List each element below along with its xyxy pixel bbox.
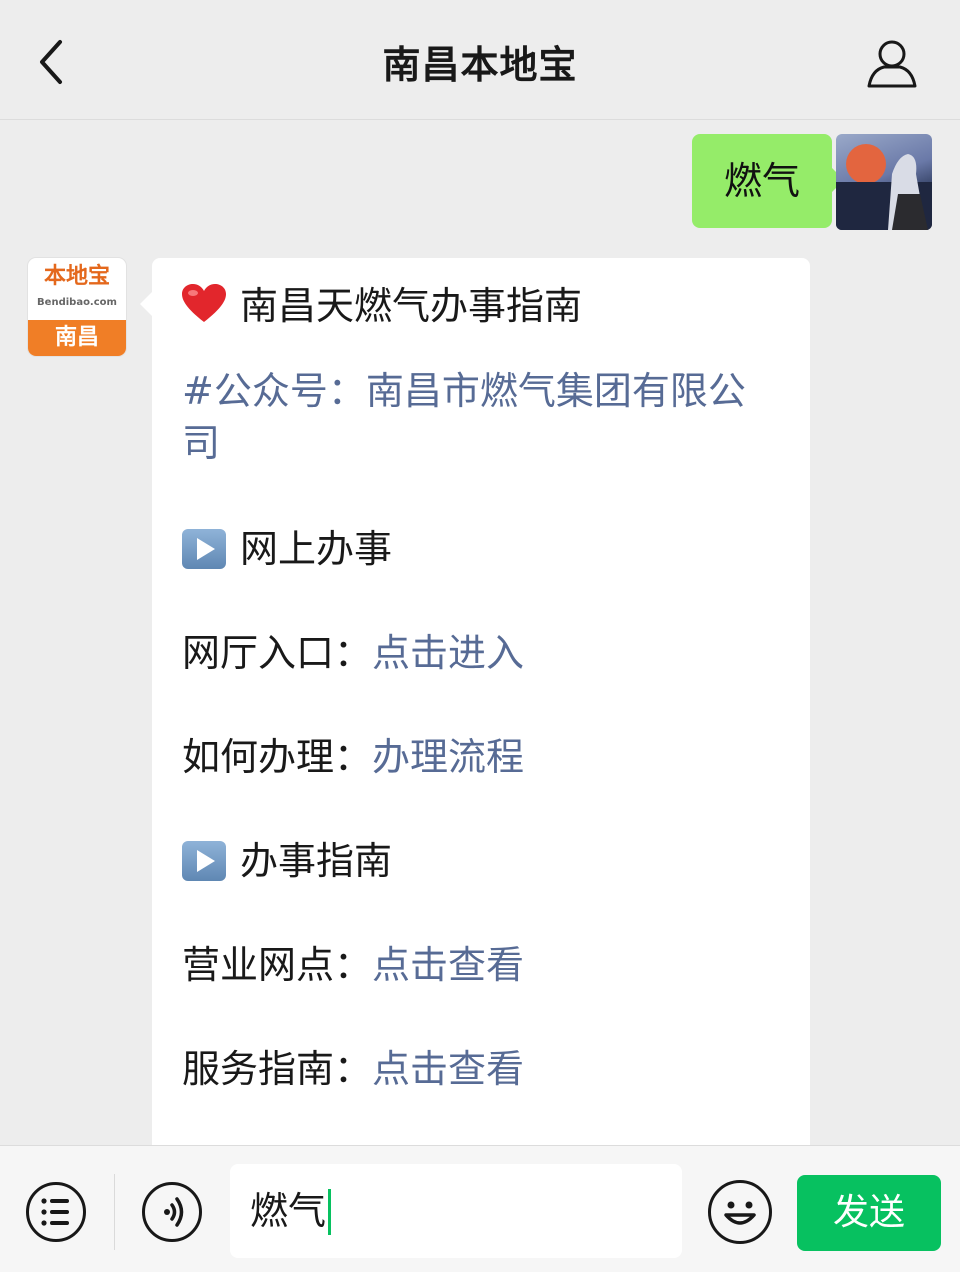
incoming-message-card: 南昌天燃气办事指南 #公众号：南昌市燃气集团有限公司 网上办事 网厅入口：点击进… — [140, 258, 810, 1158]
section-guide-heading: 办事指南 — [182, 835, 780, 887]
row-hall-entry: 网厅入口：点击进入 — [182, 627, 780, 679]
profile-icon — [867, 40, 917, 88]
row-how-to-key: 如何办理： — [182, 735, 373, 779]
section-online-heading: 网上办事 — [182, 523, 780, 575]
text-caret — [328, 1188, 332, 1235]
bot-city-label: 南昌 — [28, 320, 126, 356]
row-how-to: 如何办理：办理流程 — [182, 731, 780, 783]
bot-avatar[interactable]: 本地宝 Bendibao.com 南昌 — [28, 258, 126, 356]
outgoing-message[interactable]: 燃气 — [691, 134, 845, 228]
input-bar: 燃气 发送 — [0, 1145, 960, 1272]
section-online-label: 网上办事 — [240, 527, 393, 571]
row-service-guide-key: 服务指南： — [182, 1047, 373, 1091]
menu-button[interactable] — [26, 1182, 86, 1242]
row-hall-entry-key: 网厅入口： — [182, 631, 373, 675]
row-outlets-key: 营业网点： — [182, 943, 373, 987]
section-guide-label: 办事指南 — [240, 839, 393, 883]
bot-brand-text: 本地宝 — [43, 264, 110, 289]
card-title-row: 南昌天燃气办事指南 — [182, 280, 780, 335]
divider — [114, 1174, 115, 1250]
outgoing-message-text: 燃气 — [691, 134, 845, 228]
row-service-guide: 服务指南：点击查看 — [182, 1043, 780, 1095]
account-tag-link[interactable]: #公众号：南昌市燃气集团有限公司 — [182, 365, 780, 469]
profile-button[interactable] — [864, 36, 920, 92]
play-icon — [182, 840, 226, 881]
menu-icon — [41, 1198, 69, 1226]
bot-avatar-logo: 本地宝 Bendibao.com — [28, 258, 126, 312]
bot-domain-text: Bendibao.com — [37, 297, 117, 308]
send-button[interactable]: 发送 — [797, 1175, 941, 1251]
play-icon — [182, 528, 226, 569]
service-guide-link[interactable]: 点击查看 — [372, 1047, 524, 1091]
avatar-image — [836, 144, 932, 230]
hall-entry-link[interactable]: 点击进入 — [372, 631, 524, 675]
message-input[interactable]: 燃气 — [230, 1164, 682, 1258]
voice-icon — [164, 1197, 184, 1227]
row-outlets: 营业网点：点击查看 — [182, 939, 780, 991]
emoji-button[interactable] — [708, 1180, 772, 1244]
voice-button[interactable] — [142, 1182, 202, 1242]
message-input-value: 燃气 — [250, 1189, 327, 1233]
process-link[interactable]: 办理流程 — [372, 735, 524, 779]
user-avatar[interactable] — [836, 134, 932, 230]
page-title: 南昌本地宝 — [382, 43, 578, 87]
card-title: 南昌天燃气办事指南 — [240, 284, 583, 328]
outlets-link[interactable]: 点击查看 — [372, 943, 524, 987]
header-bar: 南昌本地宝 — [0, 0, 960, 120]
heart-icon — [182, 282, 226, 335]
emoji-icon — [724, 1201, 756, 1225]
